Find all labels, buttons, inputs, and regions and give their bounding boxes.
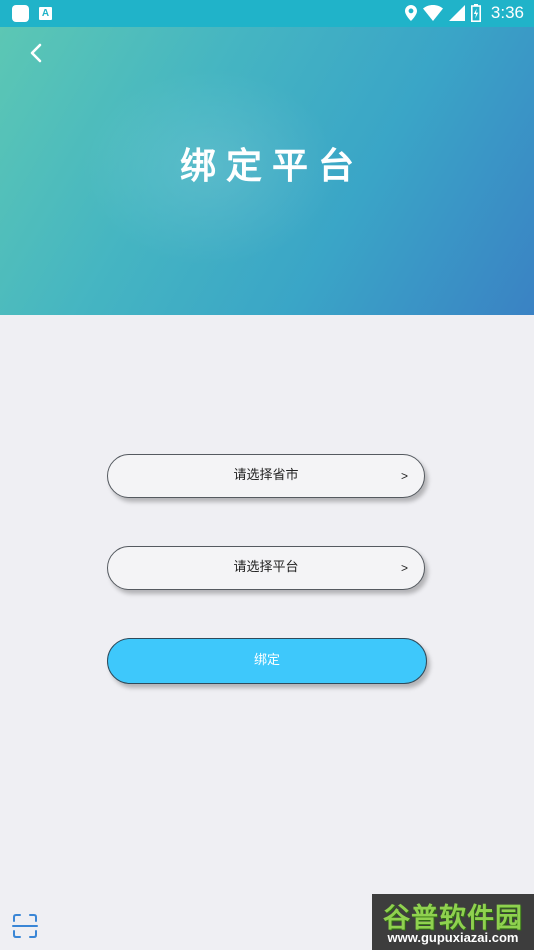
status-time: 3:36 [490,3,524,22]
app-square-icon [12,5,29,22]
platform-select-label: 请选择平台 [233,560,299,575]
chevron-right-icon: > [400,561,408,575]
scan-icon [12,914,38,938]
province-select-label: 请选择省市 [233,468,299,483]
chevron-left-icon [30,43,42,63]
watermark-logo: 谷普软件园 www.gupuxiazai.com [372,894,534,950]
battery-icon [470,4,481,22]
font-a-icon: A [39,7,52,20]
chevron-right-icon: > [400,469,408,483]
back-button[interactable] [22,39,50,67]
status-right-icons: 3:36 [404,3,524,23]
bind-button-label: 绑定 [253,653,280,668]
watermark-url: www.gupuxiazai.com [387,930,519,945]
platform-select-button[interactable]: 请选择平台 > [107,546,425,590]
status-bar: A 3:36 [0,0,534,27]
province-select-button[interactable]: 请选择省市 > [107,454,425,498]
signal-icon [448,5,465,21]
status-left-icons: A [12,5,52,22]
header-banner: 绑定平台 [0,27,534,315]
location-icon [404,5,417,21]
scan-button[interactable] [12,913,38,939]
wifi-icon [422,5,443,21]
bind-button[interactable]: 绑定 [107,638,427,684]
page-title: 绑定平台 [179,146,364,187]
